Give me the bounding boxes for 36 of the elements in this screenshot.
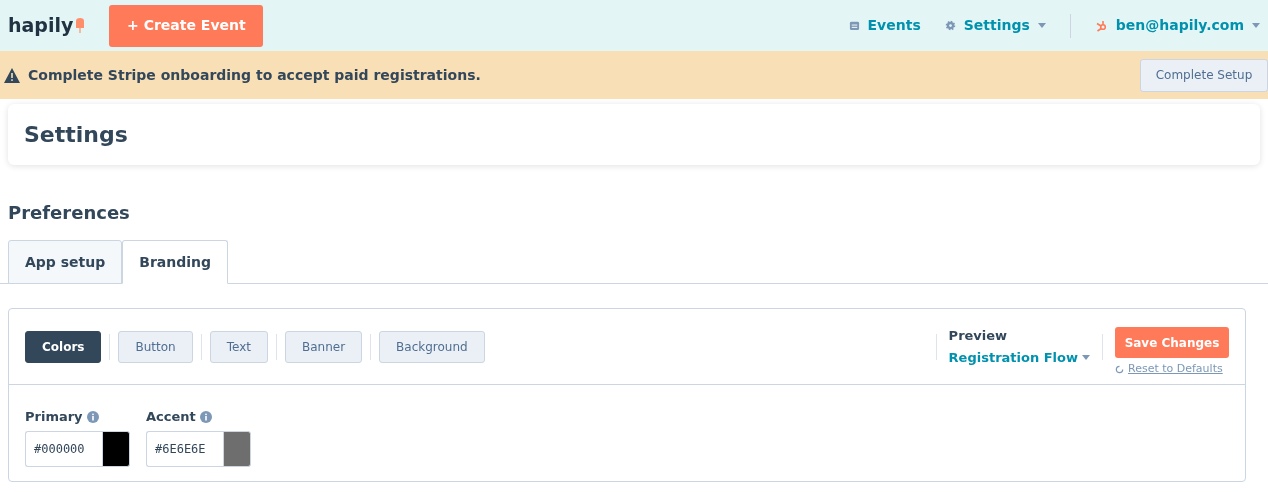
info-icon: [86, 410, 99, 423]
logo[interactable]: hapily: [8, 11, 74, 40]
complete-setup-button[interactable]: Complete Setup: [1140, 58, 1268, 92]
subtab-button[interactable]: Button: [118, 330, 193, 363]
popsicle-icon: [74, 17, 86, 34]
color-input[interactable]: #000000: [25, 430, 102, 467]
preview-dropdown[interactable]: Registration Flow: [948, 347, 1090, 367]
settings-icon: [944, 20, 956, 31]
subtab-button[interactable]: Background: [379, 330, 485, 363]
create-event-button[interactable]: + Create Event: [109, 4, 264, 47]
tab[interactable]: App setup: [8, 240, 123, 284]
alert-message: Complete Stripe onboarding to accept paid registrations.: [28, 65, 481, 85]
preview-label: Preview: [948, 327, 1009, 345]
color-input[interactable]: #6E6E6E: [146, 430, 223, 467]
field-label: Primary: [25, 408, 83, 426]
sprocket-icon: [1094, 19, 1108, 32]
section-title: Preferences: [8, 201, 131, 225]
subtab-button[interactable]: Text: [209, 330, 268, 363]
nav-link[interactable]: Settings: [944, 15, 1046, 36]
subtab-button[interactable]: Colors: [25, 330, 102, 363]
caret-icon: [1252, 23, 1260, 28]
page-title: Settings: [24, 121, 128, 149]
calendar-icon: [848, 20, 860, 31]
warning-icon: [4, 67, 20, 83]
info-icon: [199, 410, 212, 423]
subtab-button[interactable]: Banner: [284, 330, 363, 363]
user-menu[interactable]: ben@hapily.com: [1094, 15, 1260, 36]
save-changes-button[interactable]: Save Changes: [1115, 327, 1229, 359]
color-swatch[interactable]: [223, 430, 251, 467]
nav-link[interactable]: Events: [848, 15, 921, 36]
reset-icon: [1115, 365, 1124, 374]
field-label: Accent: [146, 408, 196, 426]
color-swatch[interactable]: [102, 430, 130, 467]
caret-icon: [1082, 354, 1090, 360]
reset-link[interactable]: Reset to Defaults: [1115, 361, 1223, 378]
tab[interactable]: Branding: [122, 240, 229, 284]
